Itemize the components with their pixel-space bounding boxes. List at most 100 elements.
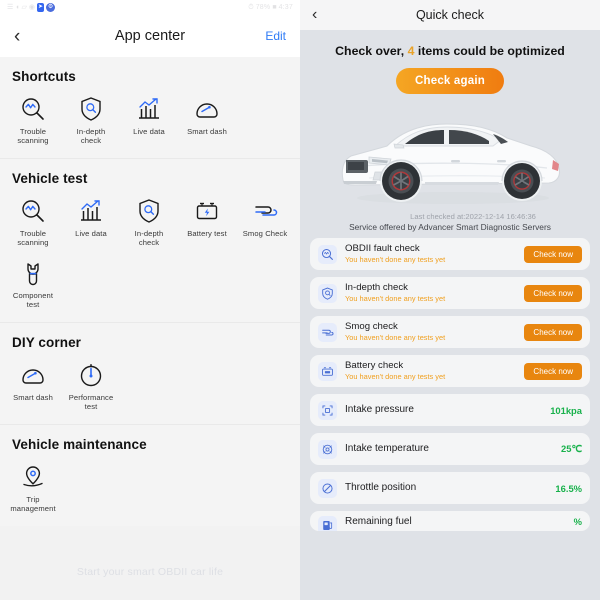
list-item-title: OBDII fault check <box>345 243 420 255</box>
shield-magnifier-icon <box>134 196 164 226</box>
quick-check-hero: Check over, 4 items could be optimized C… <box>300 30 600 238</box>
service-note-text: Service offered by Advancer Smart Diagno… <box>349 222 551 232</box>
summary-text: Check over, 4 items could be optimized <box>300 44 600 58</box>
list-item[interactable]: Smog check You haven't done any tests ye… <box>310 316 590 348</box>
tile-label: Live data <box>75 228 107 238</box>
list-item-title: Intake pressure <box>345 404 414 416</box>
tile-battery-test[interactable]: Battery test <box>178 192 236 254</box>
pressure-icon <box>318 400 337 420</box>
tile-label: Trouble scanning <box>17 228 49 248</box>
list-item-title: Intake temperature <box>345 443 429 455</box>
check-again-button[interactable]: Check again <box>396 68 504 94</box>
fuel-icon <box>318 516 337 531</box>
magnifier-wave-icon <box>18 196 48 226</box>
tile-trouble-scanning[interactable]: Trouble scanning <box>4 90 62 152</box>
list-item-value: 16.5% <box>555 482 582 494</box>
status-bar: ☰ ◖ ▱ ◉ ➤ ⚙ ⏱ 78% ■ 4:37 <box>0 0 300 15</box>
bar-chart-arrow-icon <box>134 94 164 124</box>
tile-smog-check[interactable]: Smog Check <box>236 192 294 254</box>
tile-smart-dash[interactable]: Smart dash <box>4 356 62 418</box>
diy-corner-grid: Smart dash Performance test <box>0 356 300 418</box>
vehicle-test-grid: Trouble scanning Live data In-depth chec… <box>0 192 300 316</box>
optimizable-count: 4 <box>407 44 415 58</box>
list-item-title: Throttle position <box>345 482 417 494</box>
tile-label: Battery test <box>187 228 227 238</box>
throttle-icon <box>318 478 337 498</box>
tile-label: Trip management <box>10 494 56 514</box>
temperature-icon <box>318 439 337 459</box>
section-shortcuts: Shortcuts Trouble scanning In-depth chec… <box>0 57 300 158</box>
tile-smart-dash[interactable]: Smart dash <box>178 90 236 152</box>
list-item-text: OBDII fault check You haven't done any t… <box>345 243 524 265</box>
list-item[interactable]: Remaining fuel % <box>310 511 590 531</box>
list-item-subtitle: You haven't done any tests yet <box>345 255 446 265</box>
tile-label: Live data <box>133 127 165 136</box>
tile-trouble-scanning[interactable]: Trouble scanning <box>4 192 62 254</box>
check-now-button[interactable]: Check now <box>524 284 582 302</box>
shortcuts-grid: Trouble scanning In-depth check Live dat… <box>0 90 300 152</box>
white-sedan-illustration <box>341 123 561 204</box>
tile-live-data[interactable]: Live data <box>62 192 120 254</box>
clock-text: 4:37 <box>278 4 293 11</box>
list-item-subtitle: You haven't done any tests yet <box>345 372 446 382</box>
magnifier-wave-icon <box>18 94 48 124</box>
map-pin-icon <box>18 462 48 492</box>
section-title: Vehicle test <box>12 170 88 186</box>
list-item-title: In-depth check <box>345 282 408 294</box>
tile-label: Performance test <box>68 392 114 412</box>
quick-check-navbar: ‹ Quick check <box>300 0 600 30</box>
check-items-list: OBDII fault check You haven't done any t… <box>300 238 600 531</box>
status-bar-left-icons: ☰ ◖ ▱ ◉ ➤ ⚙ <box>7 3 56 12</box>
check-now-button[interactable]: Check now <box>524 362 582 380</box>
check-meta: Last checked at:2022-12-14 16:46:36 Serv… <box>300 212 600 238</box>
signal-icon: ☰ <box>7 4 14 11</box>
gear-icon: ⚙ <box>46 3 56 12</box>
edit-button[interactable]: Edit <box>265 29 286 43</box>
gauge-icon <box>192 94 222 124</box>
app-center-screen: ☰ ◖ ▱ ◉ ➤ ⚙ ⏱ 78% ■ 4:37 ‹ App center Ed… <box>0 0 300 600</box>
list-item-text: Remaining fuel <box>345 516 574 528</box>
tile-performance-test[interactable]: Performance test <box>62 356 120 418</box>
list-item[interactable]: OBDII fault check You haven't done any t… <box>310 238 590 270</box>
tile-in-depth-check[interactable]: In-depth check <box>120 192 178 254</box>
dual-screenshot-container: ☰ ◖ ▱ ◉ ➤ ⚙ ⏱ 78% ■ 4:37 ‹ App center Ed… <box>0 0 600 600</box>
list-item-title: Smog check <box>345 321 398 333</box>
section-title: Vehicle maintenance <box>12 436 147 452</box>
footer-hint: Start your smart OBDII car life <box>76 566 224 578</box>
quick-check-screen: ‹ Quick check Check over, 4 items could … <box>300 0 600 600</box>
smog-waves-icon <box>318 322 337 342</box>
list-item[interactable]: In-depth check You haven't done any test… <box>310 277 590 309</box>
magnifier-wave-icon <box>318 244 337 264</box>
list-item[interactable]: Intake pressure 101kpa <box>310 394 590 426</box>
tile-live-data[interactable]: Live data <box>120 90 178 152</box>
list-item[interactable]: Throttle position 16.5% <box>310 472 590 504</box>
section-vehicle-test: Vehicle test Trouble scanning Live data <box>0 157 300 322</box>
tile-in-depth-check[interactable]: In-depth check <box>62 90 120 152</box>
list-item-text: Intake pressure <box>345 404 550 416</box>
wifi-icon: ◖ <box>15 4 20 11</box>
battery-bolt-icon <box>318 361 337 381</box>
bars-icon: ▱ <box>21 4 27 11</box>
list-item[interactable]: Battery check You haven't done any tests… <box>310 355 590 387</box>
list-item[interactable]: Intake temperature 25℃ <box>310 433 590 465</box>
check-now-button[interactable]: Check now <box>524 245 582 263</box>
page-title: Quick check <box>415 8 485 22</box>
wrench-head-icon <box>18 258 48 288</box>
list-item-subtitle: You haven't done any tests yet <box>345 294 446 304</box>
dot-icon: ◉ <box>28 4 36 11</box>
shield-magnifier-icon <box>318 283 337 303</box>
list-item-value: 101kpa <box>550 404 582 416</box>
tile-component-test[interactable]: Component test <box>4 254 62 316</box>
list-item-text: In-depth check You haven't done any test… <box>345 282 524 304</box>
check-now-button[interactable]: Check now <box>524 323 582 341</box>
bar-chart-arrow-icon <box>76 196 106 226</box>
list-item-text: Smog check You haven't done any tests ye… <box>345 321 524 343</box>
list-item-text: Battery check You haven't done any tests… <box>345 360 524 382</box>
section-title: DIY corner <box>12 334 82 350</box>
tile-trip-management[interactable]: Trip management <box>4 458 62 520</box>
alarm-icon: ⏱ <box>248 4 254 11</box>
smog-waves-icon <box>250 196 280 226</box>
list-item-title: Battery check <box>345 360 404 372</box>
nav-arrow-icon: ➤ <box>37 3 45 12</box>
tile-label: Trouble scanning <box>17 127 49 146</box>
